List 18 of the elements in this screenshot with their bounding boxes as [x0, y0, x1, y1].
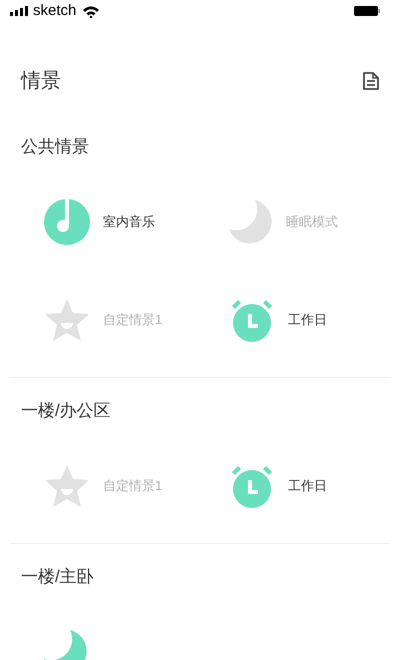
scene-label: 睡眠模式 — [286, 213, 338, 232]
section-title: 公共情景 — [21, 136, 89, 158]
document-icon[interactable] — [362, 71, 380, 91]
signal-icon — [10, 6, 28, 16]
scene-item[interactable]: 室内音乐 — [44, 173, 229, 271]
scene-label: 工作日 — [288, 311, 327, 330]
scene-item[interactable]: 工作日 — [229, 271, 400, 369]
wifi-icon — [82, 4, 100, 18]
scene-label: 工作日 — [288, 477, 327, 496]
carrier-name: sketch — [33, 0, 76, 21]
scene-item[interactable]: 工作日 — [229, 437, 400, 535]
scene-label: 自定情景1 — [103, 477, 162, 496]
scene-label: 室内音乐 — [103, 213, 155, 232]
section-title: 一楼/主卧 — [21, 566, 94, 588]
page-title: 情景 — [21, 69, 61, 94]
section-title: 一楼/办公区 — [21, 400, 111, 422]
scene-label: 自定情景1 — [103, 311, 162, 330]
battery-icon — [354, 6, 380, 16]
